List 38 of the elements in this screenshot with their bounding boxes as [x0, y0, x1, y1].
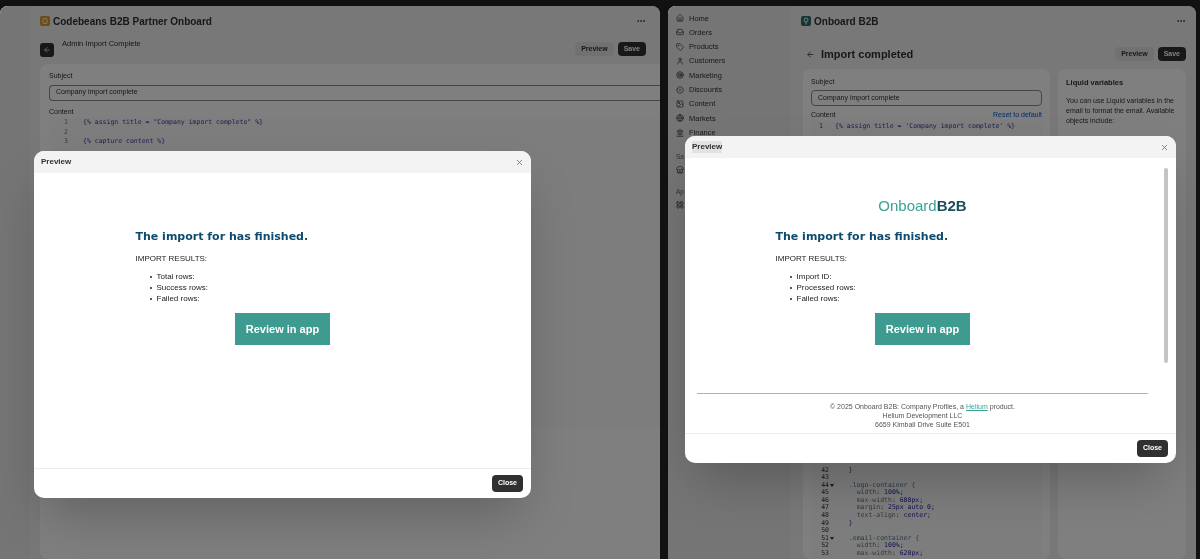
results-label: IMPORT RESULTS: [135, 252, 209, 265]
nav-icon[interactable] [676, 14, 684, 23]
app-title: Onboard B2B [814, 14, 879, 29]
apps-icon[interactable] [676, 200, 684, 209]
close-icon[interactable] [1160, 142, 1169, 152]
results-label: IMPORT RESULTS: [775, 252, 849, 265]
nav-icon[interactable] [676, 42, 684, 51]
app-title: Codebeans B2B Partner Onboard [53, 14, 212, 29]
page-title: Import completed [821, 47, 914, 62]
result-item: Success rows: [156, 282, 209, 293]
nav-icon[interactable] [676, 114, 684, 123]
fold-icon[interactable] [829, 537, 834, 541]
app-icon [40, 16, 50, 26]
email-heading: The import for has finished. [775, 229, 950, 245]
result-item: Total rows: [156, 271, 195, 282]
nav-icon[interactable] [676, 128, 684, 137]
email-heading: The import for has finished. [135, 229, 310, 245]
nav-icon[interactable] [676, 28, 684, 37]
result-item: Import ID: [796, 271, 832, 282]
back-button[interactable] [40, 43, 54, 57]
back-icon [43, 46, 51, 54]
result-item: Failed rows: [156, 293, 200, 304]
app-icon [801, 16, 811, 26]
dialog-title: Preview [692, 141, 723, 153]
nav-icon[interactable] [676, 85, 684, 94]
review-button[interactable]: Review in app [874, 312, 971, 345]
result-item: Failed rows: [796, 293, 840, 304]
fold-icon[interactable] [829, 484, 834, 487]
close-icon[interactable] [515, 157, 524, 167]
review-button[interactable]: Review in app [234, 312, 331, 345]
back-icon[interactable] [806, 49, 815, 59]
nav-icon[interactable] [676, 71, 684, 80]
nav-icon[interactable] [676, 57, 684, 66]
dialog-title: Preview [41, 156, 72, 168]
store-icon[interactable] [676, 165, 684, 174]
nav-icon[interactable] [676, 99, 684, 108]
result-item: Processed rows: [796, 282, 856, 293]
logo: OnboardB2B [878, 198, 967, 214]
